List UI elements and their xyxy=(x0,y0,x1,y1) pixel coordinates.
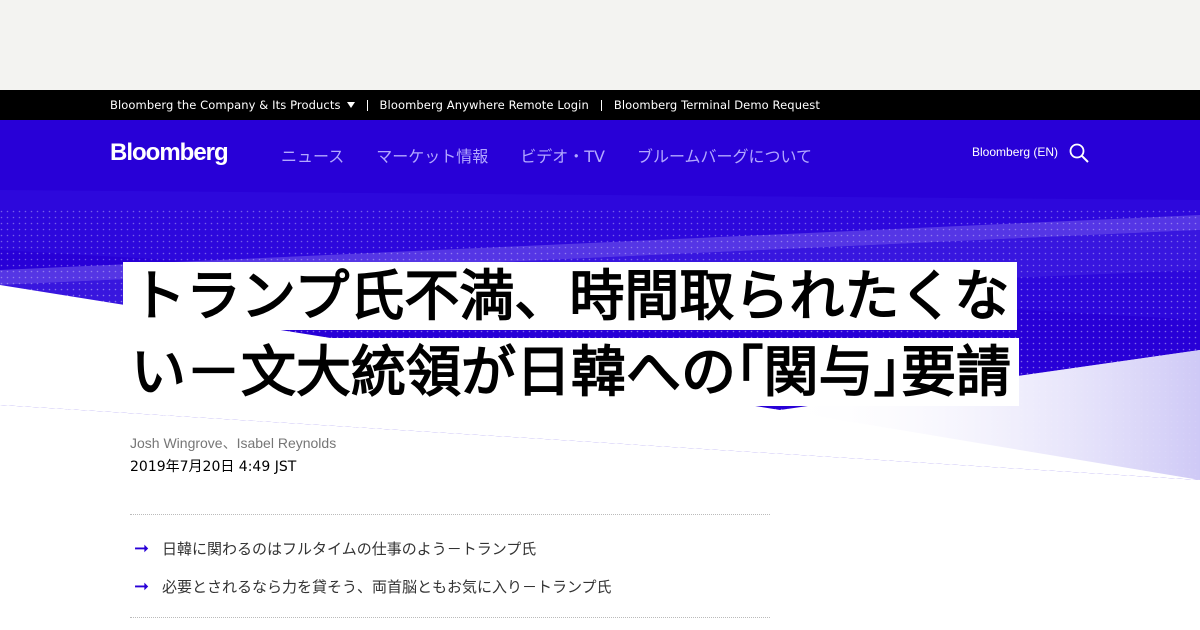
caret-down-icon xyxy=(346,102,355,108)
arrow-right-icon: ➞ xyxy=(134,575,150,596)
ad-strip xyxy=(0,0,1200,90)
anywhere-login-link[interactable]: Bloomberg Anywhere Remote Login xyxy=(380,98,589,112)
headline-line-2: い－文大統領が日韓への｢関与｣要請 xyxy=(123,338,1020,406)
corporate-bar: Bloomberg the Company & Its Products Blo… xyxy=(0,90,1200,120)
divider xyxy=(366,99,368,111)
company-products-link[interactable]: Bloomberg the Company & Its Products xyxy=(110,98,355,112)
related-story-link[interactable]: ➞ 日韓に関わるのはフルタイムの仕事のよう－トランプ氏 xyxy=(130,529,770,567)
search-icon xyxy=(1069,143,1089,163)
divider xyxy=(600,99,602,111)
related-story-title: 必要とされるなら力を貸そう、両首脳ともお気に入り－トランプ氏 xyxy=(162,577,612,596)
related-stories: ➞ 日韓に関わるのはフルタイムの仕事のよう－トランプ氏 ➞ 必要とされるなら力を… xyxy=(130,514,770,618)
terminal-demo-link[interactable]: Bloomberg Terminal Demo Request xyxy=(614,98,820,112)
nav-item-video-tv[interactable]: ビデオ・TV xyxy=(520,143,605,167)
nav-item-about[interactable]: ブルームバーグについて xyxy=(637,143,812,167)
company-products-label: Bloomberg the Company & Its Products xyxy=(110,98,341,112)
article-headline: トランプ氏不満、時間取られたくな い－文大統領が日韓への｢関与｣要請 xyxy=(123,258,1113,410)
article-byline[interactable]: Josh Wingrove、Isabel Reynolds xyxy=(130,433,336,453)
edition-switch[interactable]: Bloomberg (EN) xyxy=(972,145,1058,159)
main-nav: ニュース マーケット情報 ビデオ・TV ブルームバーグについて xyxy=(281,143,812,167)
related-story-link[interactable]: ➞ 必要とされるなら力を貸そう、両首脳ともお気に入り－トランプ氏 xyxy=(130,567,770,605)
nav-item-markets[interactable]: マーケット情報 xyxy=(376,143,488,167)
bloomberg-logo[interactable]: Bloomberg xyxy=(110,139,229,167)
search-button[interactable] xyxy=(1068,142,1090,164)
related-story-title: 日韓に関わるのはフルタイムの仕事のよう－トランプ氏 xyxy=(162,539,537,558)
headline-line-1: トランプ氏不満、時間取られたくな xyxy=(123,262,1018,330)
article-date: 2019年7月20日 4:49 JST xyxy=(130,459,297,475)
arrow-right-icon: ➞ xyxy=(134,537,150,558)
nav-item-news[interactable]: ニュース xyxy=(281,143,344,167)
